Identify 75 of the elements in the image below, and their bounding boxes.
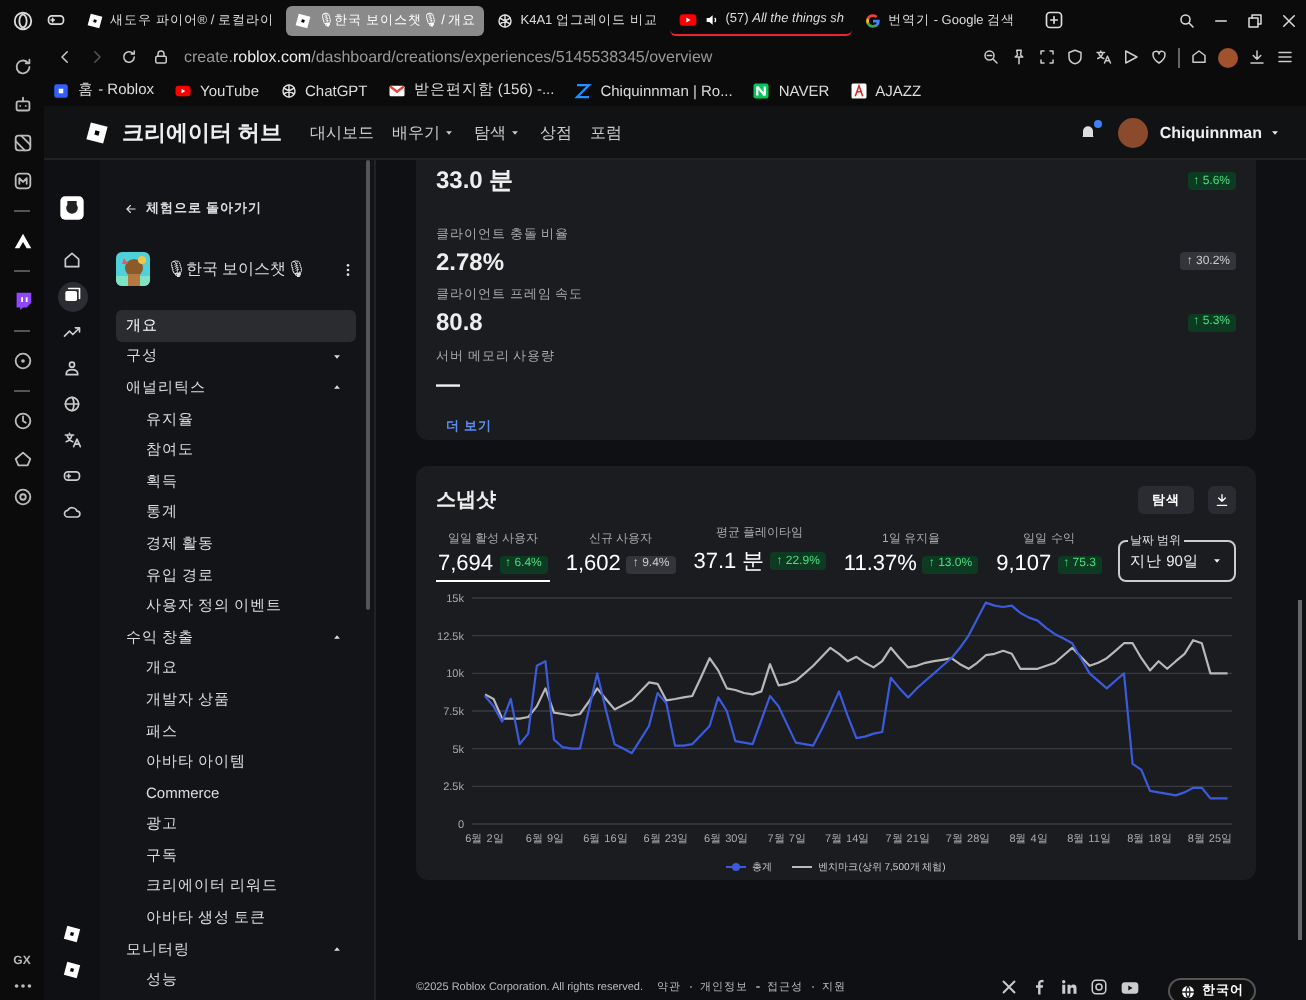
square-favicon — [52, 81, 70, 99]
restore-icon[interactable] — [1246, 11, 1264, 29]
download-icon — [1214, 492, 1230, 508]
studio-icon[interactable] — [62, 960, 82, 980]
nav-link[interactable]: 포럼 — [590, 121, 623, 143]
player-icon[interactable] — [11, 350, 33, 372]
linkedin-icon[interactable] — [1060, 977, 1078, 995]
snapshot-icon[interactable] — [1038, 48, 1056, 66]
speaker-icon — [703, 11, 720, 27]
tab-favicon — [86, 11, 104, 29]
reload-icon[interactable] — [120, 48, 138, 66]
arrow-left-icon — [124, 202, 138, 216]
new-tab-icon[interactable] — [1043, 10, 1064, 30]
opera-logo-icon[interactable] — [12, 9, 34, 31]
robot-avatar-icon[interactable] — [58, 194, 86, 222]
caret-icon — [330, 380, 344, 395]
caret-icon — [330, 630, 344, 645]
caret-icon — [442, 125, 457, 139]
menu-icon[interactable] — [1276, 48, 1294, 66]
caret-icon — [1268, 125, 1282, 139]
x-social-icon[interactable] — [1000, 977, 1018, 995]
square-favicon — [849, 81, 868, 99]
translate-icon[interactable] — [1094, 48, 1112, 66]
caret-icon — [1210, 554, 1224, 568]
zigzag-icon — [574, 81, 593, 99]
globe-icon — [1180, 983, 1196, 999]
shield-icon[interactable] — [1066, 48, 1084, 66]
roblox-icon[interactable] — [62, 924, 82, 944]
play-icon — [174, 81, 193, 99]
knot-icon — [279, 81, 297, 99]
video-icon[interactable] — [1120, 977, 1140, 997]
logo-icon[interactable] — [84, 119, 110, 145]
nav-link[interactable]: 탐색 — [474, 121, 523, 143]
site-title[interactable]: 크리에이터 허브 — [122, 117, 283, 147]
close-icon[interactable] — [1280, 11, 1298, 29]
nav-link[interactable]: 상점 — [540, 121, 573, 143]
forward-icon[interactable] — [88, 48, 106, 66]
caret-icon — [330, 942, 344, 957]
peak-icon[interactable] — [11, 230, 33, 252]
tab-favicon — [294, 11, 313, 29]
download-icon[interactable] — [1248, 48, 1266, 66]
experience-name: 🎙한국 보이스챗🎙 — [166, 258, 309, 280]
stream-icon[interactable] — [11, 290, 33, 312]
nav-link[interactable]: 대시보드 — [310, 121, 375, 143]
envelope-icon — [387, 81, 406, 99]
card-title: 스냅샷 — [436, 488, 496, 514]
search-icon[interactable] — [1178, 11, 1196, 29]
square-favicon — [752, 81, 771, 99]
knot-icon — [496, 11, 515, 29]
user-name[interactable]: Chiquinnman — [1159, 123, 1262, 141]
pin-icon[interactable] — [1010, 48, 1028, 66]
play-icon — [677, 9, 698, 29]
lock-icon[interactable] — [152, 48, 170, 66]
avatar[interactable] — [1117, 117, 1148, 147]
back-icon[interactable] — [56, 48, 74, 66]
robot-icon[interactable] — [11, 94, 33, 116]
metric-value: 33.0 분 — [436, 164, 514, 198]
caret-icon — [330, 349, 344, 364]
instagram-icon[interactable] — [1090, 977, 1108, 995]
download-button[interactable] — [1208, 486, 1236, 514]
caret-icon — [508, 125, 523, 139]
metric-value: — — [436, 369, 460, 397]
more-icon[interactable] — [11, 980, 33, 992]
refresh-icon[interactable] — [11, 56, 33, 78]
nav-link[interactable]: 배우기 — [392, 121, 457, 143]
zoom-icon[interactable] — [982, 48, 1000, 66]
metric-value: 2.78% — [436, 247, 505, 275]
facebook-icon[interactable] — [1030, 977, 1048, 995]
avatar-icon[interactable] — [1218, 47, 1238, 67]
clock-icon[interactable] — [11, 410, 33, 432]
bell-icon[interactable] — [1077, 122, 1098, 142]
heart-icon[interactable] — [1150, 48, 1168, 66]
metric-value: 80.8 — [436, 308, 483, 336]
gamepad-icon[interactable] — [46, 10, 66, 30]
google-icon — [864, 11, 883, 29]
